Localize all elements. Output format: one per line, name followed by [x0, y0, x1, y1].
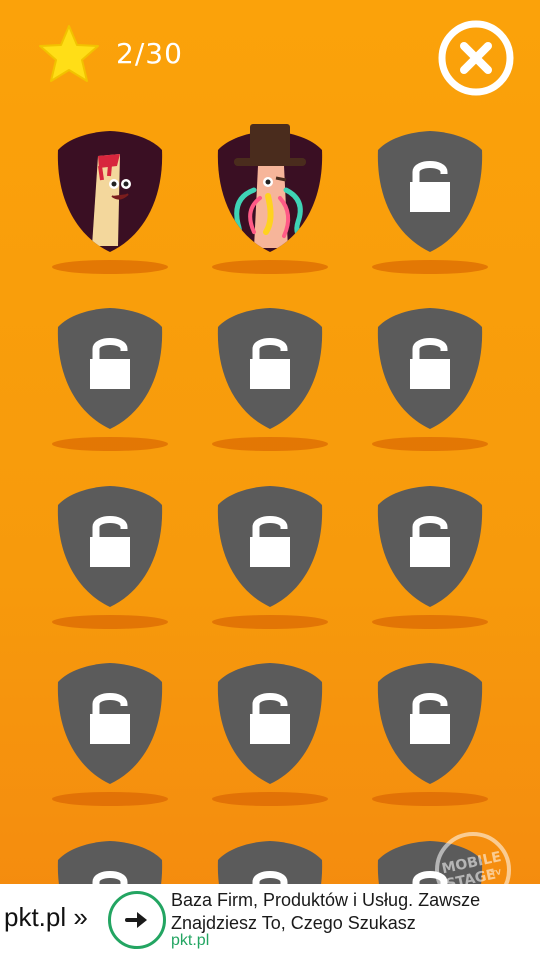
shield-icon — [217, 124, 323, 252]
badge-locked[interactable] — [212, 483, 328, 633]
lock-icon — [250, 516, 290, 567]
lock-icon — [410, 338, 450, 389]
ad-headline-line2: Znajdziesz To, Czego Szukasz — [171, 913, 416, 933]
badge-shadow — [52, 792, 168, 806]
lock-icon — [250, 693, 290, 744]
badge-locked[interactable] — [212, 660, 328, 810]
ad-open-button[interactable] — [108, 891, 166, 949]
badge-locked[interactable] — [212, 305, 328, 455]
badge-locked[interactable] — [372, 305, 488, 455]
shield-icon — [57, 131, 163, 252]
close-icon — [460, 42, 492, 74]
lock-icon — [410, 161, 450, 212]
badge-unlocked[interactable] — [212, 124, 328, 278]
badge-shadow — [212, 792, 328, 806]
badge-locked[interactable] — [372, 483, 488, 633]
badge-locked[interactable] — [52, 483, 168, 633]
ad-headline-line1: Baza Firm, Produktów i Usług. Zawsze — [171, 890, 481, 910]
close-button[interactable] — [436, 18, 516, 98]
star-icon — [39, 25, 99, 82]
badge-shadow — [212, 615, 328, 629]
ad-headline[interactable]: Baza Firm, Produktów i Usług. Zawsze Zna… — [171, 889, 539, 935]
badge-locked[interactable] — [52, 660, 168, 810]
ad-url[interactable]: pkt.pl — [171, 932, 209, 950]
ad-brand-logo[interactable]: pkt.pl » — [4, 902, 88, 933]
badge-locked[interactable] — [372, 128, 488, 278]
badge-shadow — [52, 615, 168, 629]
badge-locked[interactable] — [372, 660, 488, 810]
badge-shadow — [372, 792, 488, 806]
lock-icon — [90, 693, 130, 744]
badge-unlocked[interactable] — [52, 128, 168, 278]
lock-icon — [90, 338, 130, 389]
achievements-screen: 2/30 MOBILE STAGE TV pkt.pl » Baza Firm,… — [0, 0, 540, 960]
badge-locked[interactable] — [52, 305, 168, 455]
badge-shadow — [372, 260, 488, 274]
lock-icon — [410, 693, 450, 744]
lock-icon — [90, 516, 130, 567]
badge-shadow — [212, 437, 328, 451]
progress-count: 2/30 — [116, 37, 183, 70]
lock-icon — [410, 516, 450, 567]
badge-shadow — [52, 260, 168, 274]
badge-shadow — [372, 437, 488, 451]
arrow-right-icon — [125, 912, 147, 928]
lock-icon — [250, 338, 290, 389]
badge-shadow — [372, 615, 488, 629]
svg-text:TV: TV — [490, 868, 502, 878]
badge-shadow — [52, 437, 168, 451]
badge-shadow — [212, 260, 328, 274]
